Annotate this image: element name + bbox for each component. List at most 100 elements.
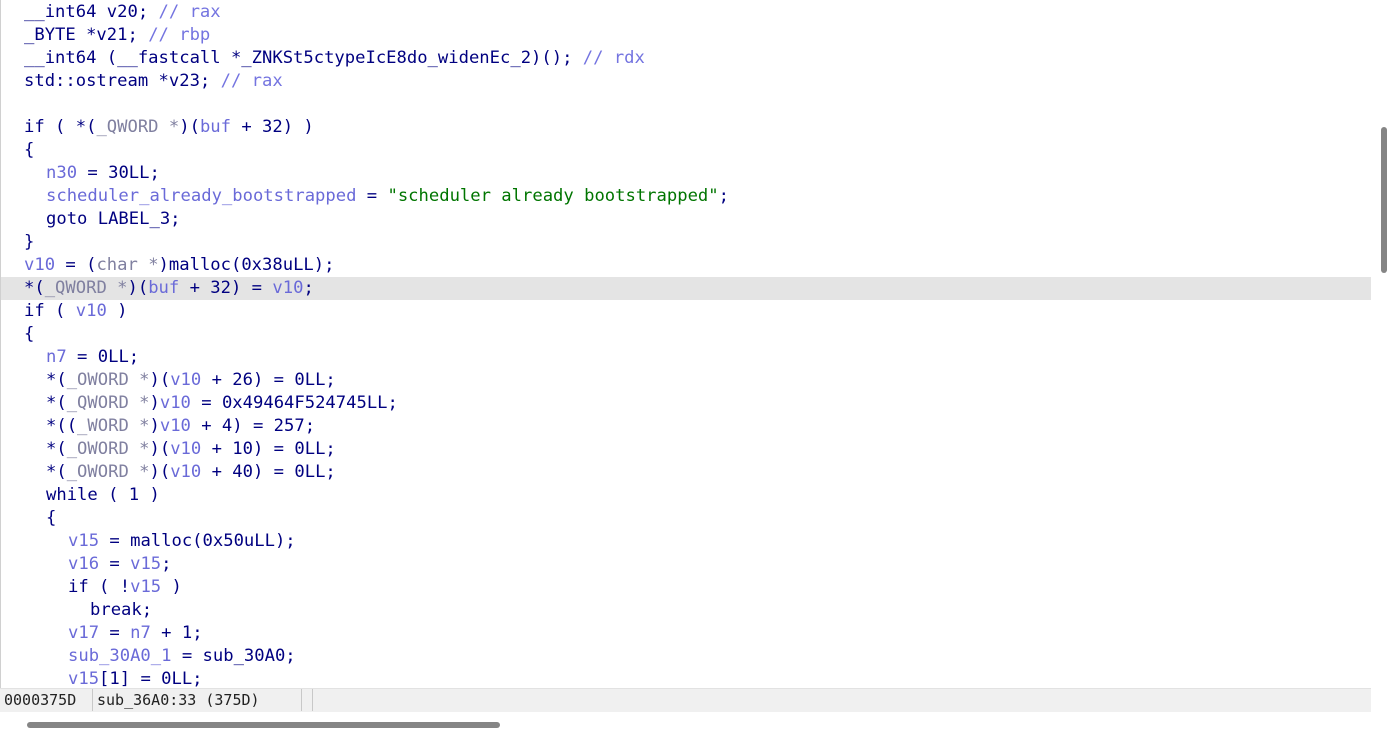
code-token: )( bbox=[127, 278, 149, 298]
code-variable[interactable]: v10 bbox=[160, 393, 191, 413]
code-line-03[interactable]: __int64 (__fastcall *_ZNKSt5ctypeIcE8do_… bbox=[1, 47, 1371, 70]
code-variable[interactable]: n30 bbox=[46, 163, 77, 183]
code-line-10[interactable]: goto LABEL_3; bbox=[1, 208, 1371, 231]
code-variable[interactable]: v10 bbox=[160, 416, 191, 436]
code-token: } bbox=[24, 232, 35, 252]
code-token: = 0LL; bbox=[66, 347, 140, 367]
code-token: break; bbox=[90, 600, 153, 620]
code-line-19[interactable]: *((_WORD *)v10 + 4) = 257; bbox=[1, 415, 1371, 438]
status-bar: 0000375D sub_36A0:33 (375D) bbox=[0, 688, 1371, 712]
code-variable[interactable]: v17 bbox=[68, 623, 99, 643]
code-token: ; bbox=[718, 186, 729, 206]
code-line-30[interactable]: v15[1] = 0LL; bbox=[1, 668, 1371, 688]
code-variable[interactable]: v10 bbox=[170, 370, 201, 390]
vertical-scrollbar-thumb[interactable] bbox=[1381, 127, 1387, 273]
code-type[interactable]: _QWORD * bbox=[67, 393, 150, 413]
code-line-26[interactable]: if ( !v15 ) bbox=[1, 576, 1371, 599]
code-type[interactable]: _OWORD * bbox=[67, 462, 150, 482]
code-line-23[interactable]: { bbox=[1, 507, 1371, 530]
code-token: ) bbox=[149, 393, 160, 413]
code-line-06[interactable]: if ( *(_QWORD *)(buf + 32) ) bbox=[1, 116, 1371, 139]
code-token: + 32) ) bbox=[230, 117, 314, 137]
code-line-25[interactable]: v16 = v15; bbox=[1, 553, 1371, 576]
code-variable[interactable]: v10 bbox=[272, 278, 303, 298]
code-line-16[interactable]: n7 = 0LL; bbox=[1, 346, 1371, 369]
code-type[interactable]: _OWORD * bbox=[67, 370, 150, 390]
code-line-12[interactable]: v10 = (char *)malloc(0x38uLL); bbox=[1, 254, 1371, 277]
code-line-13-current[interactable]: *(_QWORD *)(buf + 32) = v10; bbox=[1, 277, 1371, 300]
code-line-01[interactable]: __int64 v20; // rax bbox=[1, 1, 1371, 24]
code-line-05-blank[interactable] bbox=[1, 93, 1371, 116]
vertical-scrollbar[interactable] bbox=[1371, 0, 1398, 712]
code-line-17[interactable]: *(_OWORD *)(v10 + 26) = 0LL; bbox=[1, 369, 1371, 392]
code-line-28[interactable]: v17 = n7 + 1; bbox=[1, 622, 1371, 645]
code-variable[interactable]: v10 bbox=[76, 301, 107, 321]
code-comment: // rax bbox=[158, 2, 221, 22]
status-address: 0000375D bbox=[0, 689, 93, 711]
code-variable[interactable]: buf bbox=[148, 278, 179, 298]
code-type[interactable]: _QWORD * bbox=[96, 117, 179, 137]
code-variable[interactable]: v15 bbox=[130, 577, 161, 597]
code-type[interactable]: _WORD * bbox=[77, 416, 149, 436]
code-token: = ( bbox=[55, 255, 97, 275]
pseudocode-view[interactable]: __int64 v20; // rax _BYTE *v21; // rbp _… bbox=[0, 0, 1371, 688]
horizontal-scrollbar[interactable] bbox=[0, 712, 1398, 739]
horizontal-scrollbar-thumb[interactable] bbox=[27, 722, 500, 728]
code-line-15[interactable]: { bbox=[1, 323, 1371, 346]
code-comment: // rbp bbox=[148, 25, 211, 45]
code-token: = 0x49464F524745LL; bbox=[190, 393, 398, 413]
code-line-18[interactable]: *(_QWORD *)v10 = 0x49464F524745LL; bbox=[1, 392, 1371, 415]
code-token: + 1; bbox=[150, 623, 203, 643]
code-variable[interactable]: scheduler_already_bootstrapped bbox=[46, 186, 356, 206]
code-variable[interactable]: v10 bbox=[170, 439, 201, 459]
code-variable[interactable]: v15 bbox=[68, 669, 99, 688]
code-type[interactable]: _OWORD * bbox=[67, 439, 150, 459]
code-token: = sub_30A0; bbox=[171, 646, 296, 666]
code-variable[interactable]: sub_30A0_1 bbox=[68, 646, 171, 666]
code-variable[interactable]: v15 bbox=[130, 554, 161, 574]
code-type[interactable]: _QWORD * bbox=[45, 278, 128, 298]
code-line-08[interactable]: n30 = 30LL; bbox=[1, 162, 1371, 185]
code-token: *( bbox=[46, 462, 67, 482]
code-token: { bbox=[24, 140, 35, 160]
code-token: = 30LL; bbox=[77, 163, 160, 183]
code-line-29[interactable]: sub_30A0_1 = sub_30A0; bbox=[1, 645, 1371, 668]
code-line-04[interactable]: std::ostream *v23; // rax bbox=[1, 70, 1371, 93]
code-line-22[interactable]: while ( 1 ) bbox=[1, 484, 1371, 507]
code-line-02[interactable]: _BYTE *v21; // rbp bbox=[1, 24, 1371, 47]
code-line-24[interactable]: v15 = malloc(0x50uLL); bbox=[1, 530, 1371, 553]
code-line-27[interactable]: break; bbox=[1, 599, 1371, 622]
code-token: = malloc(0x50uLL); bbox=[99, 531, 296, 551]
code-token: ; bbox=[303, 278, 314, 298]
code-token: _BYTE *v21; bbox=[24, 25, 149, 45]
code-line-11[interactable]: } bbox=[1, 231, 1371, 254]
code-token: *( bbox=[46, 393, 67, 413]
code-line-20[interactable]: *(_OWORD *)(v10 + 10) = 0LL; bbox=[1, 438, 1371, 461]
code-variable[interactable]: v10 bbox=[170, 462, 201, 482]
code-string[interactable]: "scheduler already bootstrapped" bbox=[387, 186, 718, 206]
code-line-21[interactable]: *(_OWORD *)(v10 + 40) = 0LL; bbox=[1, 461, 1371, 484]
code-variable[interactable]: v15 bbox=[68, 531, 99, 551]
code-variable[interactable]: v16 bbox=[68, 554, 99, 574]
code-type[interactable]: char * bbox=[96, 255, 158, 275]
code-line-07[interactable]: { bbox=[1, 139, 1371, 162]
code-token: )malloc(0x38uLL); bbox=[158, 255, 335, 275]
code-token: *(( bbox=[46, 416, 78, 436]
code-variable[interactable]: v10 bbox=[24, 255, 55, 275]
code-variable[interactable]: n7 bbox=[46, 347, 67, 367]
code-token: + 32) = bbox=[179, 278, 273, 298]
code-line-09[interactable]: scheduler_already_bootstrapped = "schedu… bbox=[1, 185, 1371, 208]
code-token: + 4) = 257; bbox=[190, 416, 316, 436]
code-token: ; bbox=[161, 554, 172, 574]
code-variable[interactable]: n7 bbox=[130, 623, 151, 643]
code-token: + 40) = 0LL; bbox=[201, 462, 336, 482]
code-token[interactable]: goto LABEL_3; bbox=[46, 209, 181, 229]
code-token: __int64 (__fastcall *_ZNKSt5ctypeIcE8do_… bbox=[24, 48, 583, 68]
code-token: = bbox=[99, 554, 131, 574]
code-token: + 26) = 0LL; bbox=[201, 370, 336, 390]
code-token: *( bbox=[46, 439, 67, 459]
code-comment: // rdx bbox=[582, 48, 645, 68]
code-line-14[interactable]: if ( v10 ) bbox=[1, 300, 1371, 323]
code-token: ) bbox=[149, 416, 160, 436]
code-variable[interactable]: buf bbox=[200, 117, 231, 137]
